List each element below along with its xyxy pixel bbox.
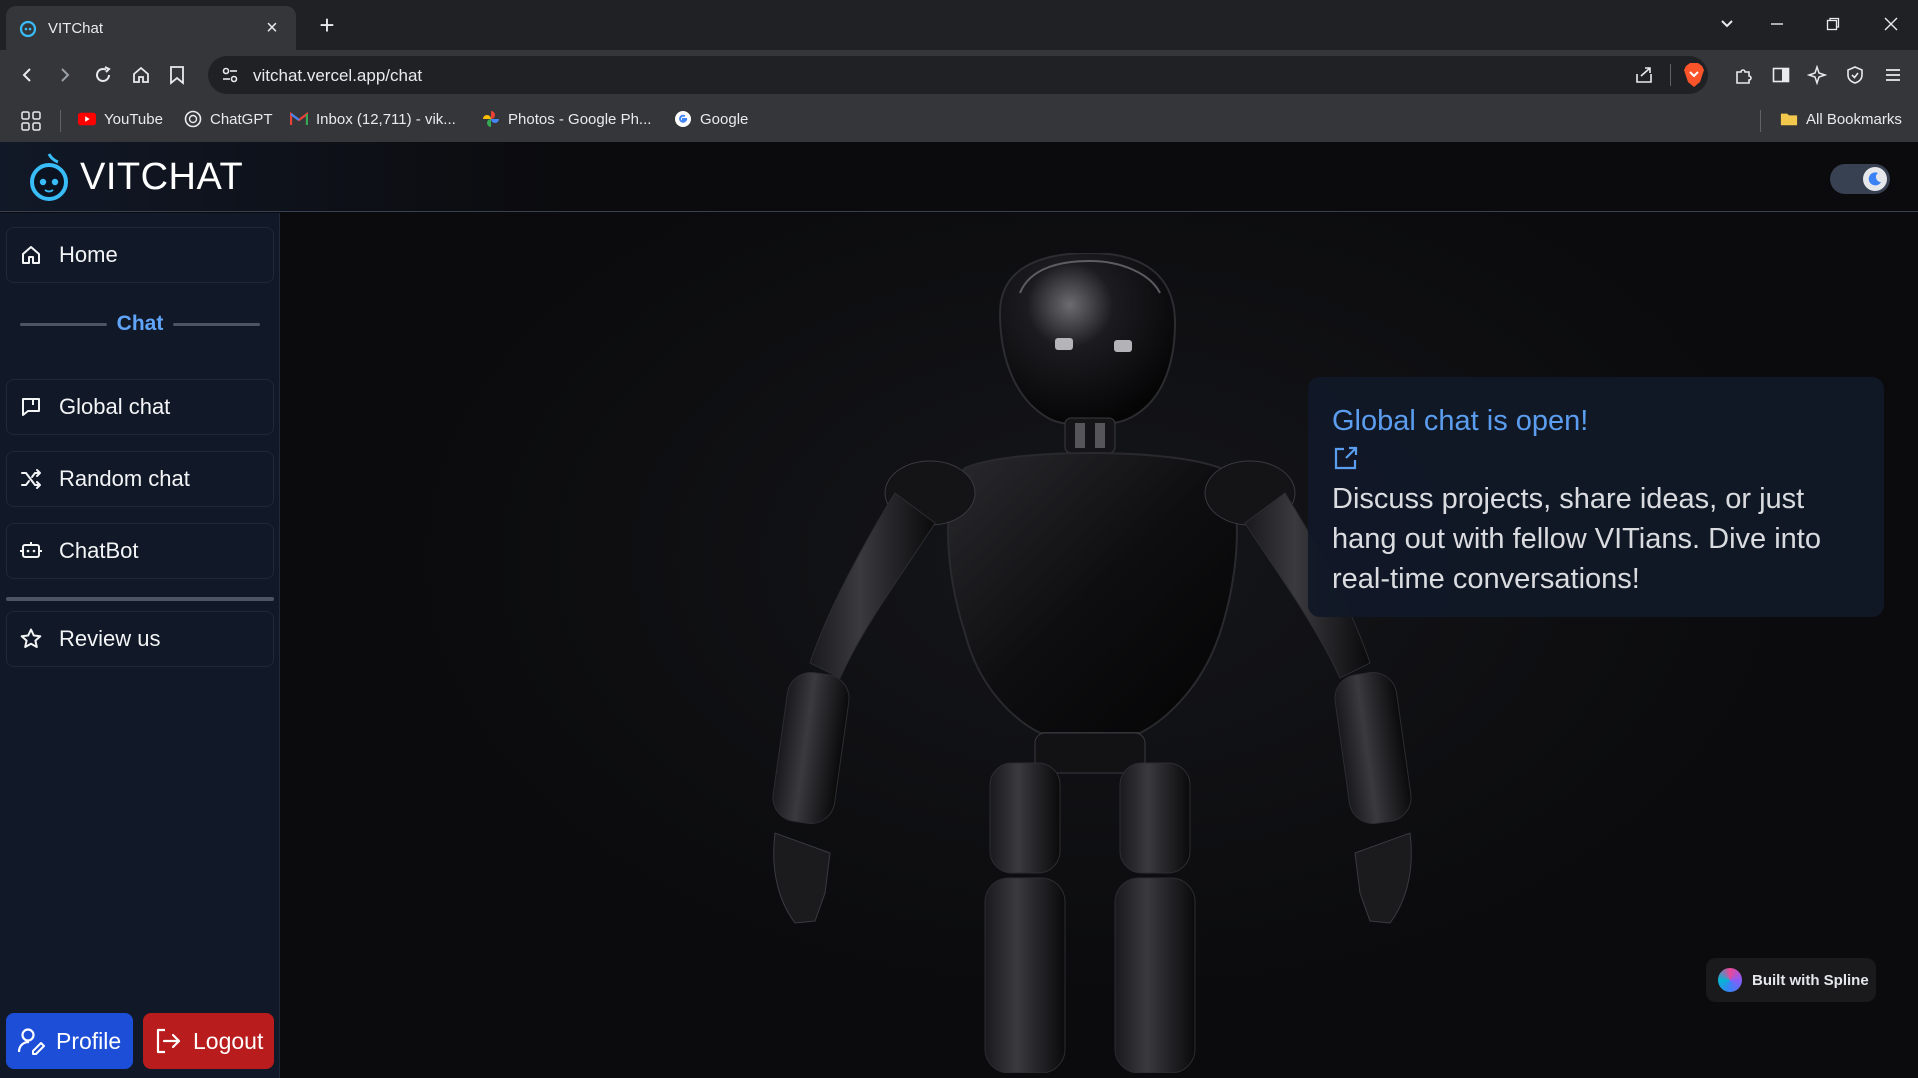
app-header: VITCHAT [0, 142, 1918, 212]
external-link-icon[interactable] [1332, 444, 1860, 477]
back-icon[interactable] [12, 60, 42, 90]
card-body: Discuss projects, share ideas, or just h… [1332, 483, 1821, 595]
new-tab-icon[interactable]: + [312, 10, 342, 40]
extensions-icon[interactable] [1728, 60, 1758, 90]
sidebar-item-label: Home [59, 242, 118, 267]
bookmarks-separator [1760, 110, 1761, 132]
chat-section-divider: Chat [20, 309, 261, 339]
bookmark-google-photos[interactable]: Photos - Google Ph... [482, 110, 651, 128]
logout-button[interactable]: Logout [143, 1013, 274, 1069]
browser-toolbar: vitchat.vercel.app/chat [0, 50, 1918, 100]
sidebar-toggle-icon[interactable] [1766, 60, 1796, 90]
share-icon[interactable] [1633, 64, 1655, 86]
robot-3d-illustration [772, 253, 1412, 1073]
bookmark-label: Google [700, 110, 749, 128]
user-edit-icon [17, 1028, 45, 1055]
vitchat-favicon-icon [19, 20, 37, 38]
sidebar-item-home[interactable]: Home [6, 227, 274, 283]
bookmark-label: ChatGPT [210, 110, 273, 128]
bookmark-chatgpt[interactable]: ChatGPT [184, 110, 273, 128]
sidebar-item-label: ChatBot [59, 538, 139, 563]
home-browser-icon[interactable] [126, 60, 156, 90]
close-window-icon[interactable] [1876, 10, 1906, 40]
card-headline[interactable]: Global chat is open! [1332, 405, 1860, 438]
tab-search-icon[interactable] [1712, 10, 1742, 40]
global-chat-card[interactable]: Global chat is open! Discuss projects, s… [1308, 377, 1884, 617]
bookmark-label: Inbox (12,711) - vik... [316, 110, 456, 128]
sidebar-divider [6, 597, 274, 601]
brand-name: VITCHAT [80, 155, 244, 198]
youtube-icon [78, 110, 96, 128]
spline-badge-label: Built with Spline [1752, 971, 1869, 989]
built-with-spline-badge[interactable]: Built with Spline [1706, 958, 1876, 1002]
site-settings-icon[interactable] [220, 65, 240, 85]
sidebar-item-random-chat[interactable]: Random chat [6, 451, 274, 507]
chat-bubble-icon [17, 393, 45, 421]
profile-button[interactable]: Profile [6, 1013, 133, 1069]
theme-toggle[interactable] [1830, 164, 1890, 194]
apps-icon[interactable] [20, 110, 42, 132]
bookmark-gmail[interactable]: Inbox (12,711) - vik... [290, 110, 456, 128]
google-photos-icon [482, 110, 500, 128]
sidebar: Home Chat Global chat Random chat ChatBo… [0, 213, 280, 1078]
app-logo[interactable]: VITCHAT [28, 152, 243, 202]
profile-button-label: Profile [56, 1027, 122, 1054]
gmail-icon [290, 110, 308, 128]
leo-ai-icon[interactable] [1802, 60, 1832, 90]
browser-tab[interactable]: VITChat × [6, 6, 296, 50]
minimize-icon[interactable] [1762, 10, 1792, 40]
sidebar-item-review-us[interactable]: Review us [6, 611, 274, 667]
vitchat-logo-icon [30, 153, 68, 201]
bookmark-label: Photos - Google Ph... [508, 110, 652, 128]
star-icon [17, 625, 45, 653]
page: VITChat × + vitchat.vercel.app/chat YouT… [0, 0, 1918, 1078]
home-icon [17, 241, 45, 269]
bot-icon [17, 537, 45, 565]
reload-icon[interactable] [88, 60, 118, 90]
forward-icon[interactable] [50, 60, 80, 90]
url-text: vitchat.vercel.app/chat [253, 66, 423, 85]
moon-icon [1863, 167, 1887, 191]
chat-section-label: Chat [116, 312, 164, 335]
logout-button-label: Logout [193, 1027, 264, 1054]
folder-icon [1780, 110, 1798, 128]
spline-3d-scene[interactable]: Global chat is open! Discuss projects, s… [280, 213, 1918, 1078]
sidebar-item-global-chat[interactable]: Global chat [6, 379, 274, 435]
divider-line [20, 322, 107, 326]
bookmark-label: YouTube [104, 110, 163, 128]
tab-title: VITChat [48, 19, 104, 37]
sidebar-item-label: Review us [59, 626, 161, 651]
brave-shields-icon[interactable] [1682, 62, 1706, 88]
bookmarks-separator [60, 110, 61, 132]
divider-line [173, 322, 261, 326]
bookmark-youtube[interactable]: YouTube [78, 110, 163, 128]
bookmarks-bar: YouTube ChatGPT Inbox (12,711) - vik... … [0, 100, 1918, 142]
shuffle-icon [17, 465, 45, 493]
logout-icon [156, 1028, 181, 1054]
menu-icon[interactable] [1878, 60, 1908, 90]
bookmark-icon[interactable] [162, 60, 192, 90]
sidebar-item-label: Global chat [59, 394, 171, 419]
browser-tab-bar: VITChat × + [0, 0, 1918, 50]
all-bookmarks-label: All Bookmarks [1806, 110, 1902, 128]
omnibox-separator [1670, 64, 1671, 86]
address-bar[interactable]: vitchat.vercel.app/chat [208, 56, 1708, 94]
chatgpt-icon [184, 110, 202, 128]
vpn-shield-icon[interactable] [1840, 60, 1870, 90]
spline-logo-icon [1718, 968, 1742, 992]
sidebar-item-chatbot[interactable]: ChatBot [6, 523, 274, 579]
sidebar-item-label: Random chat [59, 466, 190, 491]
google-icon [674, 110, 692, 128]
close-tab-icon[interactable]: × [260, 17, 284, 40]
all-bookmarks[interactable]: All Bookmarks [1780, 110, 1902, 128]
restore-icon[interactable] [1818, 10, 1848, 40]
bookmark-google[interactable]: Google [674, 110, 748, 128]
vitchat-app: VITCHAT Home Chat Global chat Random cha… [0, 142, 1918, 1078]
